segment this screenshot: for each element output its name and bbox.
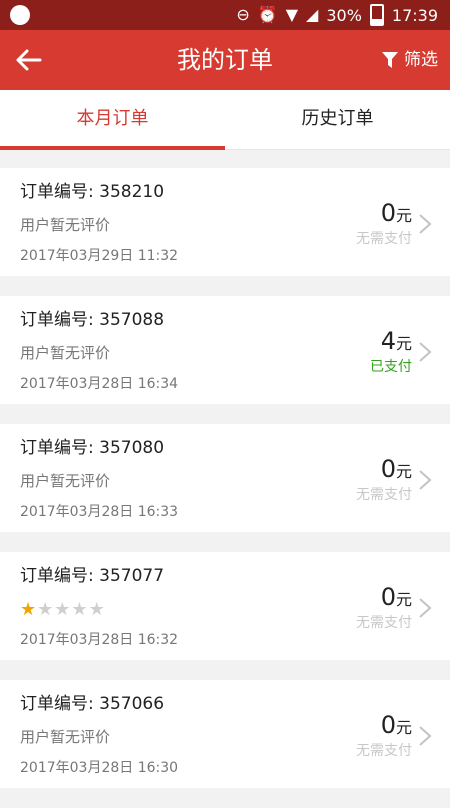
alarm-icon: ⏰ [257,5,278,24]
payment-status: 无需支付 [356,487,412,503]
amount-unit: 元 [395,590,412,609]
payment-status: 已支付 [370,359,412,375]
order-review: 用户暂无评价 [20,728,111,746]
amount-unit: 元 [395,718,412,737]
order-item[interactable]: 订单编号: 357066 用户暂无评价 2017年03月28日 16:30 0元… [0,680,450,788]
status-time: 17:39 [391,5,438,25]
tab-this-month[interactable]: 本月订单 [0,90,225,150]
order-amount: 0元 无需支付 [356,582,412,633]
amount-unit: 元 [395,206,412,225]
amount-unit: 元 [395,462,412,481]
battery-icon [369,4,384,26]
app-bar: 我的订单 筛选 [0,30,450,90]
status-icons: ⊖ ⏰ ▼ ◢ 30% 17:39 [236,4,438,26]
amount-value: 0 [380,199,396,227]
star-icon: ★ [37,599,54,620]
chevron-right-icon [419,598,432,618]
chevron-right-icon [419,342,432,362]
star-icon: ★ [71,599,88,620]
order-number: 订单编号: 357066 [20,694,165,714]
do-not-disturb-icon: ⊖ [236,5,250,24]
amount-value: 4 [380,327,396,355]
order-number: 订单编号: 358210 [20,182,165,202]
star-icon: ★ [20,599,37,620]
filter-button[interactable]: 筛选 [382,48,438,72]
order-review: 用户暂无评价 [20,344,111,362]
battery-percent: 30% [326,5,362,25]
order-item[interactable]: 订单编号: 358210 用户暂无评价 2017年03月29日 11:32 0元… [0,168,450,276]
order-review: 用户暂无评价 [20,216,111,234]
order-amount: 0元 无需支付 [356,454,412,505]
order-time: 2017年03月28日 16:34 [20,376,179,392]
signal-icon: ◢ [306,5,319,24]
order-item[interactable]: 订单编号: 357088 用户暂无评价 2017年03月28日 16:34 4元… [0,296,450,404]
wifi-icon: ▼ [285,5,299,24]
tab-history[interactable]: 历史订单 [225,90,450,150]
payment-status: 无需支付 [356,743,412,759]
chevron-right-icon [419,214,432,234]
star-icon: ★ [88,599,105,620]
notification-dot-icon [10,5,30,25]
payment-status: 无需支付 [356,615,412,631]
payment-status: 无需支付 [356,231,412,247]
active-tab-indicator [0,146,225,150]
order-amount: 4元 已支付 [370,326,412,377]
amount-value: 0 [380,583,396,611]
order-amount: 0元 无需支付 [356,710,412,761]
amount-value: 0 [380,711,396,739]
order-list: 订单编号: 358210 用户暂无评价 2017年03月29日 11:32 0元… [0,168,450,808]
amount-unit: 元 [395,334,412,353]
order-number: 订单编号: 357077 [20,566,165,586]
order-time: 2017年03月28日 16:32 [20,632,179,648]
amount-value: 0 [380,455,396,483]
rating-stars: ★ ★ ★ ★ ★ [20,600,105,620]
status-bar: ⊖ ⏰ ▼ ◢ 30% 17:39 [0,0,450,30]
filter-label: 筛选 [404,50,438,70]
order-time: 2017年03月29日 11:32 [20,248,179,264]
order-review: 用户暂无评价 [20,472,111,490]
order-time: 2017年03月28日 16:33 [20,504,179,520]
order-number: 订单编号: 357088 [20,310,165,330]
chevron-right-icon [419,726,432,746]
order-number: 订单编号: 357080 [20,438,165,458]
order-tabs: 本月订单 历史订单 [0,90,450,150]
order-item[interactable]: 订单编号: 357080 用户暂无评价 2017年03月28日 16:33 0元… [0,424,450,532]
chevron-right-icon [419,470,432,490]
order-amount: 0元 无需支付 [356,198,412,249]
star-icon: ★ [54,599,71,620]
filter-icon [382,52,398,68]
order-item[interactable]: 订单编号: 357077 ★ ★ ★ ★ ★ 2017年03月28日 16:32… [0,552,450,660]
order-time: 2017年03月28日 16:30 [20,760,179,776]
